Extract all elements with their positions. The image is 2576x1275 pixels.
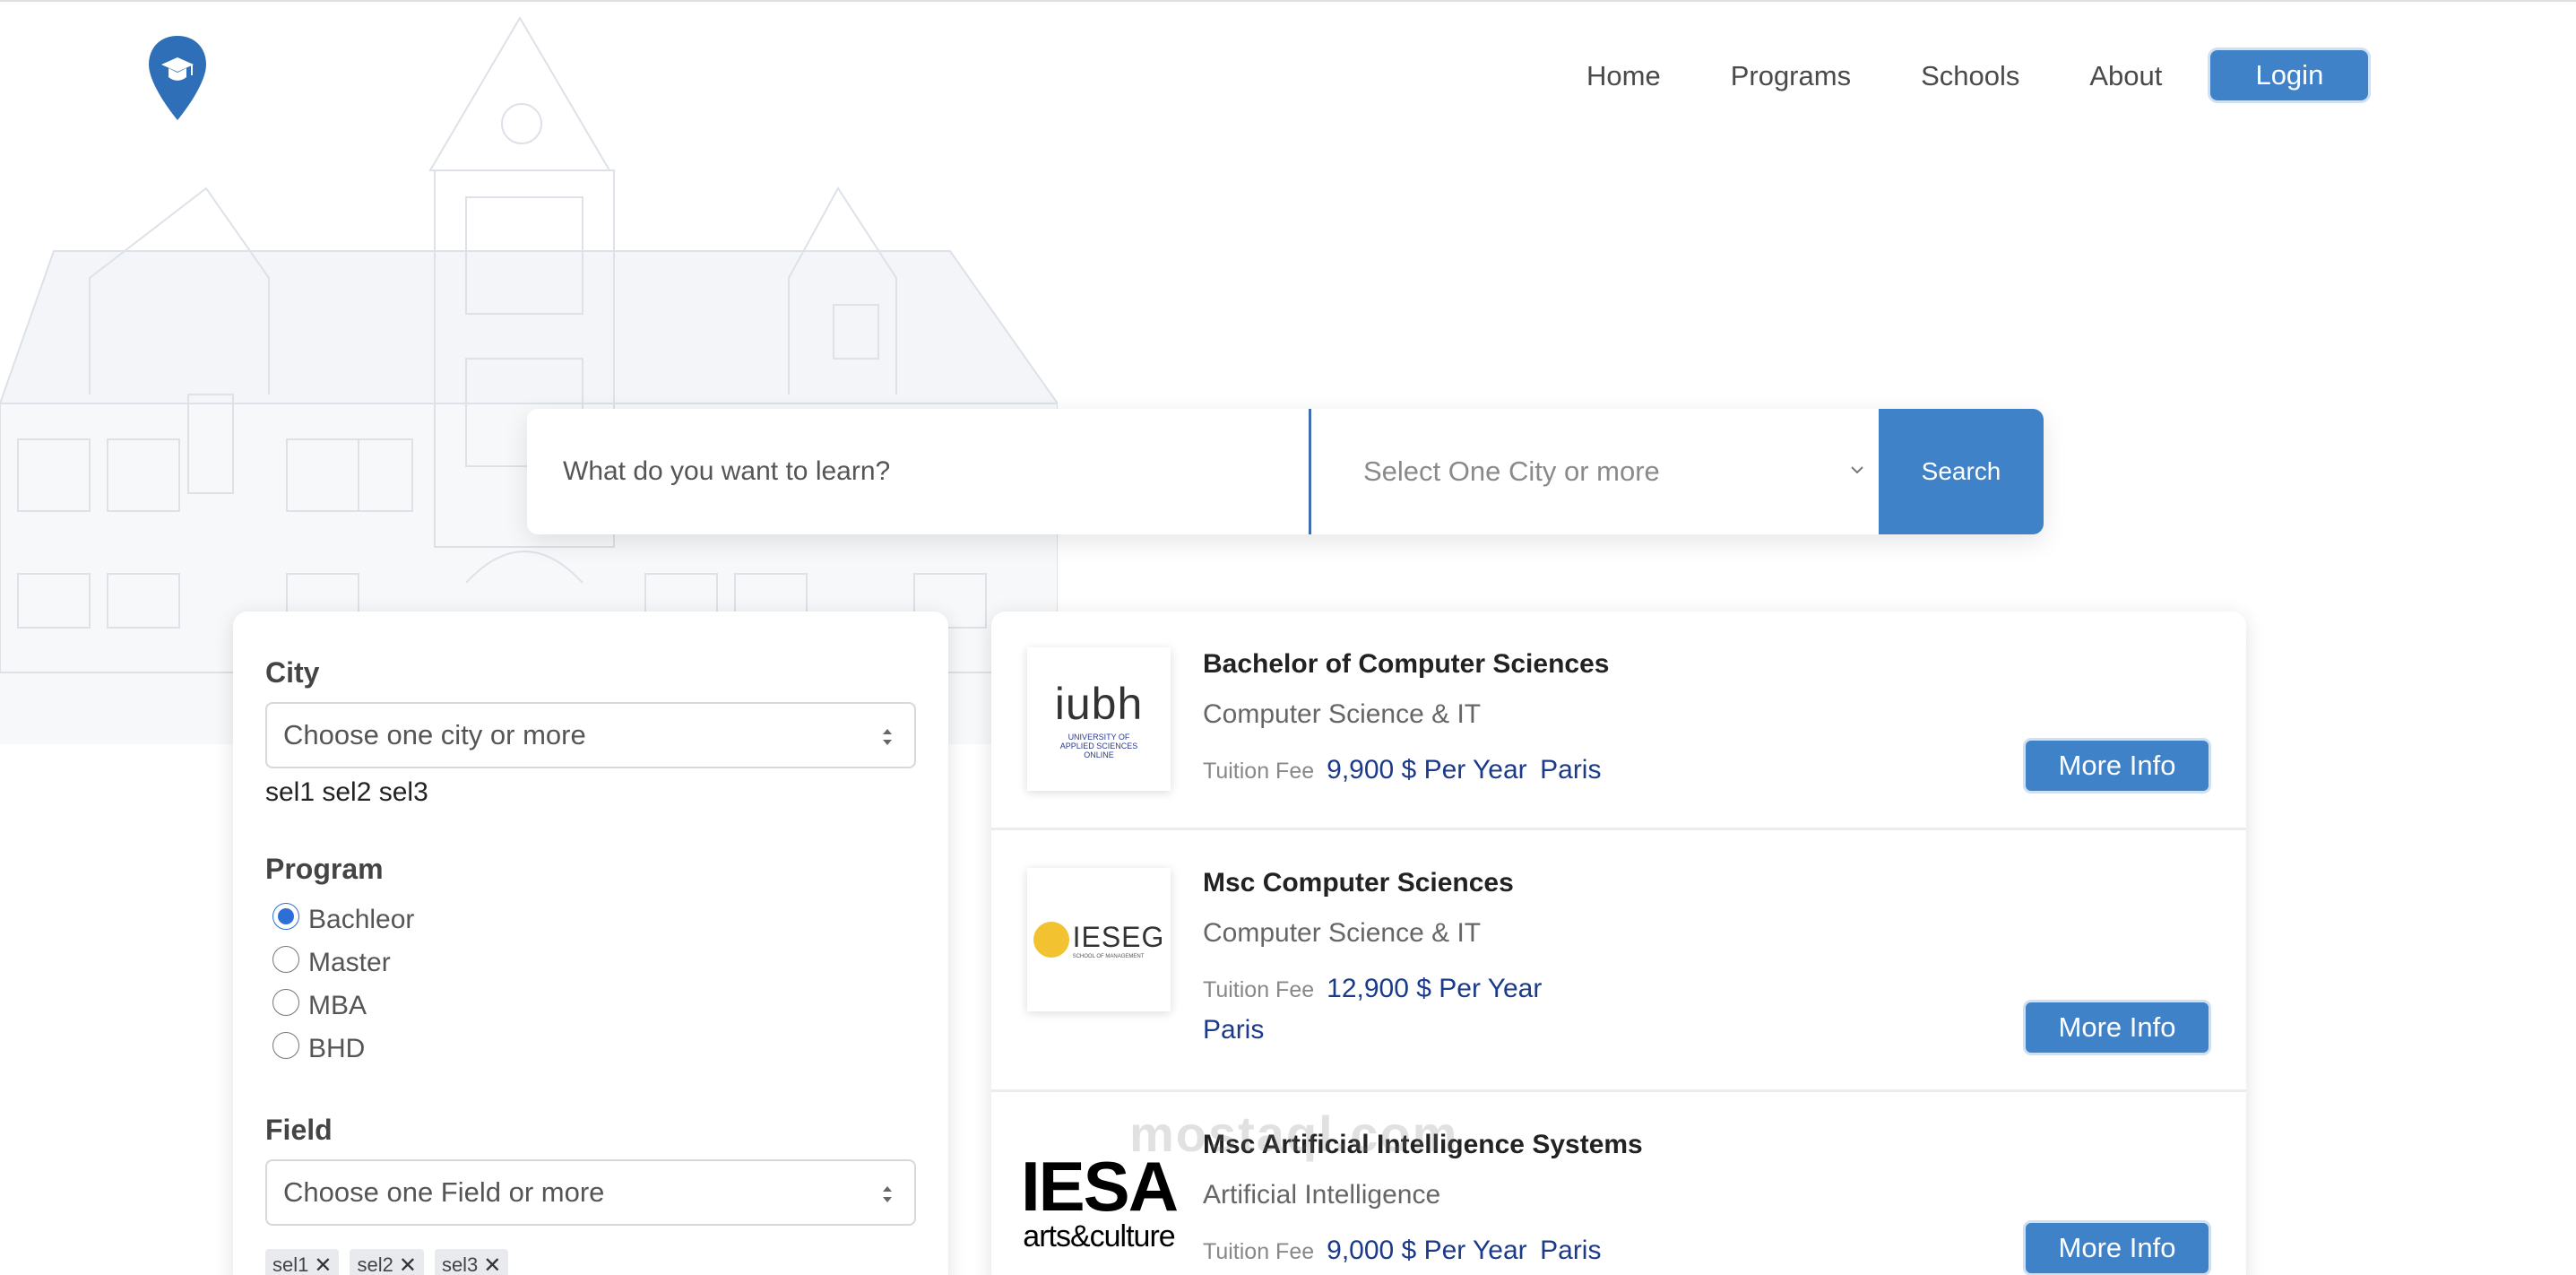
- tuition-fee-value: 9,900 $ Per Year: [1327, 755, 1527, 785]
- program-field: Computer Science & IT: [1203, 699, 1482, 729]
- nav-home-link[interactable]: Home: [1586, 62, 1661, 90]
- program-option-bhd[interactable]: BHD: [272, 1028, 916, 1071]
- search-input[interactable]: [527, 409, 1309, 534]
- chip-label: sel1: [272, 1253, 309, 1275]
- logo-subtext: SCHOOL OF MANAGEMENT: [1072, 953, 1145, 959]
- field-filter-select[interactable]: Choose one Field or more: [265, 1159, 916, 1226]
- logo-wordmark: IESEG: [1072, 920, 1165, 953]
- program-option-label: BHD: [308, 1034, 366, 1063]
- program-radio-mba[interactable]: [272, 989, 299, 1016]
- chip-label: sel3: [441, 1253, 479, 1275]
- program-title[interactable]: Bachelor of Computer Sciences: [1203, 649, 1609, 680]
- program-option-label: Bachleor: [308, 905, 415, 934]
- chevron-down-icon: [1851, 466, 1863, 474]
- program-radio-bhd[interactable]: [272, 1032, 299, 1059]
- program-radio-bachleor[interactable]: [272, 903, 299, 930]
- program-option-bachleor[interactable]: Bachleor: [272, 898, 916, 941]
- city-filter-placeholder: Choose one city or more: [283, 719, 586, 750]
- field-chip: sel2 ✕: [350, 1249, 424, 1275]
- program-field: Artificial Intelligence: [1203, 1180, 1441, 1210]
- main-nav: Home Programs Schools About Login: [1586, 50, 2369, 100]
- logo-subtext: UNIVERSITY OF APPLIED SCIENCES ONLINE: [1059, 733, 1138, 759]
- field-filter: Field Choose one Field or more sel1 ✕ se…: [265, 1114, 916, 1275]
- program-filter: Program Bachleor Master MBA BHD: [265, 853, 916, 1071]
- school-logo-ieseg: IESEG SCHOOL OF MANAGEMENT: [1027, 868, 1171, 1011]
- city-select-placeholder: Select One City or more: [1363, 455, 1660, 487]
- more-info-button[interactable]: More Info: [2026, 741, 2209, 791]
- close-icon[interactable]: ✕: [399, 1253, 417, 1275]
- program-option-mba[interactable]: MBA: [272, 984, 916, 1028]
- field-filter-placeholder: Choose one Field or more: [283, 1176, 605, 1208]
- sort-arrows-icon: [883, 729, 892, 745]
- logo-wordmark: iubh: [1054, 679, 1144, 730]
- search-bar: Select One City or more Search: [527, 409, 2044, 534]
- tuition-fee-label: Tuition Fee: [1203, 1239, 1315, 1264]
- program-field: Computer Science & IT: [1203, 918, 1482, 948]
- city-select-dropdown[interactable]: Select One City or more: [1309, 409, 1879, 534]
- close-icon[interactable]: ✕: [314, 1253, 332, 1275]
- school-logo-iubh: iubh UNIVERSITY OF APPLIED SCIENCES ONLI…: [1027, 647, 1171, 791]
- program-title[interactable]: Msc Computer Sciences: [1203, 868, 1514, 898]
- tuition-row: Tuition Fee 12,900 $ Per Year: [1203, 974, 1542, 1004]
- program-option-label: MBA: [308, 991, 367, 1020]
- program-radio-master[interactable]: [272, 946, 299, 973]
- city-selected-values: sel1 sel2 sel3: [265, 777, 428, 807]
- search-button[interactable]: Search: [1879, 409, 2044, 534]
- nav-programs-link[interactable]: Programs: [1731, 62, 1851, 90]
- program-filter-heading: Program: [265, 853, 384, 885]
- tuition-row: Tuition Fee 9,900 $ Per Year Paris: [1203, 755, 1601, 785]
- watermark: mostaql.com: [1129, 1106, 1459, 1162]
- logo-icon[interactable]: [145, 32, 210, 124]
- login-button[interactable]: Login: [2210, 50, 2369, 100]
- more-info-button[interactable]: More Info: [2026, 1223, 2209, 1273]
- nav-schools-link[interactable]: Schools: [1921, 62, 2019, 90]
- program-option-label: Master: [308, 948, 391, 977]
- city-filter-select[interactable]: Choose one city or more: [265, 702, 916, 768]
- program-city: Paris: [1203, 1015, 1265, 1045]
- result-card: iubh UNIVERSITY OF APPLIED SCIENCES ONLI…: [991, 611, 2246, 830]
- sort-arrows-icon: [883, 1186, 892, 1202]
- program-city: Paris: [1540, 1236, 1602, 1265]
- results-panel: iubh UNIVERSITY OF APPLIED SCIENCES ONLI…: [991, 611, 2246, 1275]
- result-card: IESEG SCHOOL OF MANAGEMENT Msc Computer …: [991, 830, 2246, 1092]
- program-city: Paris: [1540, 755, 1602, 785]
- logo-subtext: arts&culture: [1023, 1219, 1175, 1253]
- field-filter-heading: Field: [265, 1114, 333, 1146]
- program-option-master[interactable]: Master: [272, 941, 916, 984]
- filter-panel: City Choose one city or more sel1 sel2 s…: [233, 611, 948, 1275]
- ieseg-sun-icon: [1033, 922, 1069, 958]
- nav-about-link[interactable]: About: [2089, 62, 2162, 90]
- tuition-fee-label: Tuition Fee: [1203, 977, 1315, 1002]
- field-chip: sel1 ✕: [265, 1249, 340, 1275]
- tuition-row: Tuition Fee 9,000 $ Per Year Paris: [1203, 1236, 1601, 1266]
- more-info-button[interactable]: More Info: [2026, 1002, 2209, 1053]
- city-filter-heading: City: [265, 656, 320, 689]
- tuition-fee-value: 12,900 $ Per Year: [1327, 974, 1543, 1003]
- tuition-fee-label: Tuition Fee: [1203, 759, 1315, 784]
- field-chip: sel3 ✕: [434, 1249, 509, 1275]
- chip-label: sel2: [357, 1253, 393, 1275]
- close-icon[interactable]: ✕: [483, 1253, 501, 1275]
- field-selected-chips: sel1 ✕ sel2 ✕ sel3 ✕: [265, 1249, 916, 1275]
- tuition-fee-value: 9,000 $ Per Year: [1327, 1236, 1527, 1265]
